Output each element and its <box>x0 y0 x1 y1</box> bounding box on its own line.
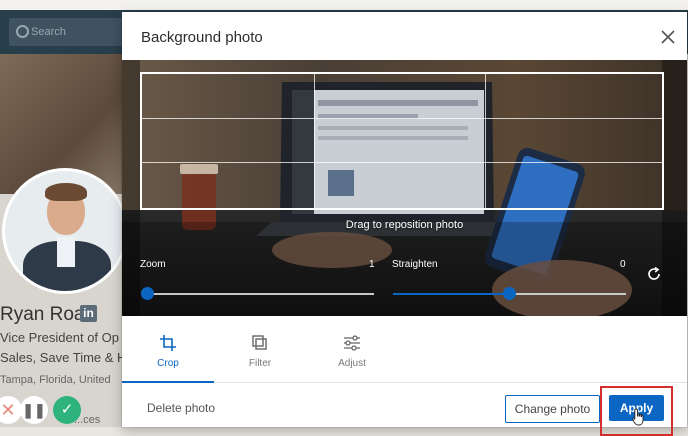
profile-headline-line1: Vice President of Op <box>0 330 119 345</box>
tab-filter[interactable]: Filter <box>214 316 306 382</box>
straighten-slider-handle[interactable] <box>503 287 516 300</box>
tab-crop-label: Crop <box>157 358 179 369</box>
close-icon[interactable] <box>659 28 677 46</box>
reset-rotate-icon[interactable] <box>646 266 662 282</box>
straighten-value: 0 <box>620 259 626 270</box>
tab-filter-label: Filter <box>248 358 272 369</box>
editor-tabs: Crop Filter Adjust <box>122 316 687 383</box>
search-placeholder: Search <box>31 26 66 38</box>
search-icon <box>16 25 29 38</box>
zoom-slider[interactable] <box>146 293 374 295</box>
adjust-sliders-icon <box>343 334 361 352</box>
crop-icon <box>159 334 177 352</box>
recorder-pause-button[interactable]: ❚❚ <box>20 396 48 424</box>
filter-icon <box>251 334 269 352</box>
tab-adjust[interactable]: Adjust <box>306 316 398 382</box>
dialog-title: Background photo <box>141 29 263 46</box>
zoom-slider-handle[interactable] <box>141 287 154 300</box>
crop-frame[interactable] <box>140 72 664 210</box>
drag-hint-text: Drag to reposition photo <box>345 219 464 231</box>
tab-crop[interactable]: Crop <box>122 316 214 383</box>
avatar[interactable] <box>2 168 128 294</box>
search-box[interactable]: Search <box>9 18 127 46</box>
photo-editor-canvas[interactable]: Drag to reposition photo Zoom 1 Straight… <box>122 60 687 316</box>
zoom-value: 1 <box>369 259 375 270</box>
straighten-label: Straighten <box>392 259 438 270</box>
linkedin-badge-icon: in <box>80 305 97 322</box>
hand-cursor-icon <box>632 408 646 431</box>
background-photo-dialog: Background photo Drag to reposition phot… <box>122 12 687 436</box>
profile-name: Ryan Roa <box>0 304 85 325</box>
profile-headline-line2: Sales, Save Time & H <box>0 350 127 365</box>
profile-location: Tampa, Florida, United <box>0 374 111 386</box>
tab-adjust-label: Adjust <box>338 358 366 369</box>
delete-photo-button[interactable]: Delete photo <box>147 401 215 415</box>
recorder-done-button[interactable]: ✓ <box>53 396 81 424</box>
zoom-label: Zoom <box>140 259 166 270</box>
change-photo-button[interactable]: Change photo <box>505 395 600 423</box>
